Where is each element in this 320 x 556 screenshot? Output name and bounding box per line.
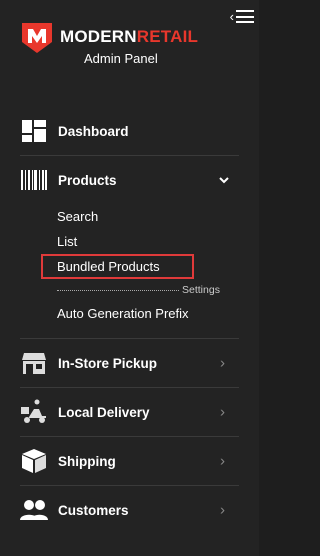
chevron-left-icon: ‹: [229, 9, 234, 24]
sidebar-item-label: Local Delivery: [58, 404, 150, 420]
sidebar-item-label: Products: [58, 172, 117, 188]
submenu-item-auto-generation-prefix[interactable]: Auto Generation Prefix: [57, 301, 259, 326]
chevron-right-icon: ›: [220, 452, 225, 470]
barcode-icon: [20, 166, 48, 194]
submenu-item-search[interactable]: Search: [57, 204, 259, 229]
collapse-sidebar-button[interactable]: ‹: [230, 10, 254, 23]
sidebar-item-label: Dashboard: [58, 123, 129, 139]
logo-shield-icon: [22, 23, 52, 53]
admin-panel-subtitle: Admin Panel: [84, 51, 158, 66]
dashboard-icon: [20, 117, 48, 145]
sidebar-item-products[interactable]: Products: [0, 156, 259, 204]
submenu-settings-separator: Settings: [57, 279, 259, 301]
delivery-scooter-icon: [20, 398, 48, 426]
sidebar-item-shipping[interactable]: Shipping ›: [0, 437, 259, 485]
sidebar: ‹ MODERNRETAIL Admin Panel Dashboard Pro…: [0, 0, 259, 556]
products-submenu: Search List Bundled Products Settings Au…: [0, 204, 259, 326]
sidebar-nav: Dashboard Products Search List Bundled P…: [0, 107, 259, 534]
chevron-right-icon: ›: [220, 354, 225, 372]
submenu-item-list[interactable]: List: [57, 229, 259, 254]
chevron-right-icon: ›: [220, 501, 225, 519]
chevron-down-icon: [219, 177, 229, 184]
hamburger-menu-icon: [236, 10, 254, 23]
brand-part-modern: MODERN: [60, 27, 137, 46]
sidebar-item-dashboard[interactable]: Dashboard: [0, 107, 259, 155]
users-icon: [20, 496, 48, 524]
dotted-line: [57, 289, 179, 291]
sidebar-item-in-store-pickup[interactable]: In-Store Pickup ›: [0, 339, 259, 387]
sidebar-item-label: In-Store Pickup: [58, 355, 158, 371]
sidebar-item-local-delivery[interactable]: Local Delivery ›: [0, 388, 259, 436]
logo: MODERNRETAIL: [20, 20, 198, 54]
chevron-right-icon: ›: [220, 403, 225, 421]
store-icon: [20, 349, 48, 377]
package-box-icon: [20, 447, 48, 475]
settings-section-label: Settings: [182, 284, 220, 296]
sidebar-item-label: Shipping: [58, 453, 116, 469]
submenu-item-bundled-products[interactable]: Bundled Products: [41, 254, 194, 279]
sidebar-item-customers[interactable]: Customers ›: [0, 486, 259, 534]
sidebar-item-label: Customers: [58, 502, 129, 518]
sidebar-header: ‹ MODERNRETAIL Admin Panel: [0, 0, 259, 95]
brand-name: MODERNRETAIL: [60, 27, 198, 47]
brand-part-retail: RETAIL: [136, 27, 199, 46]
